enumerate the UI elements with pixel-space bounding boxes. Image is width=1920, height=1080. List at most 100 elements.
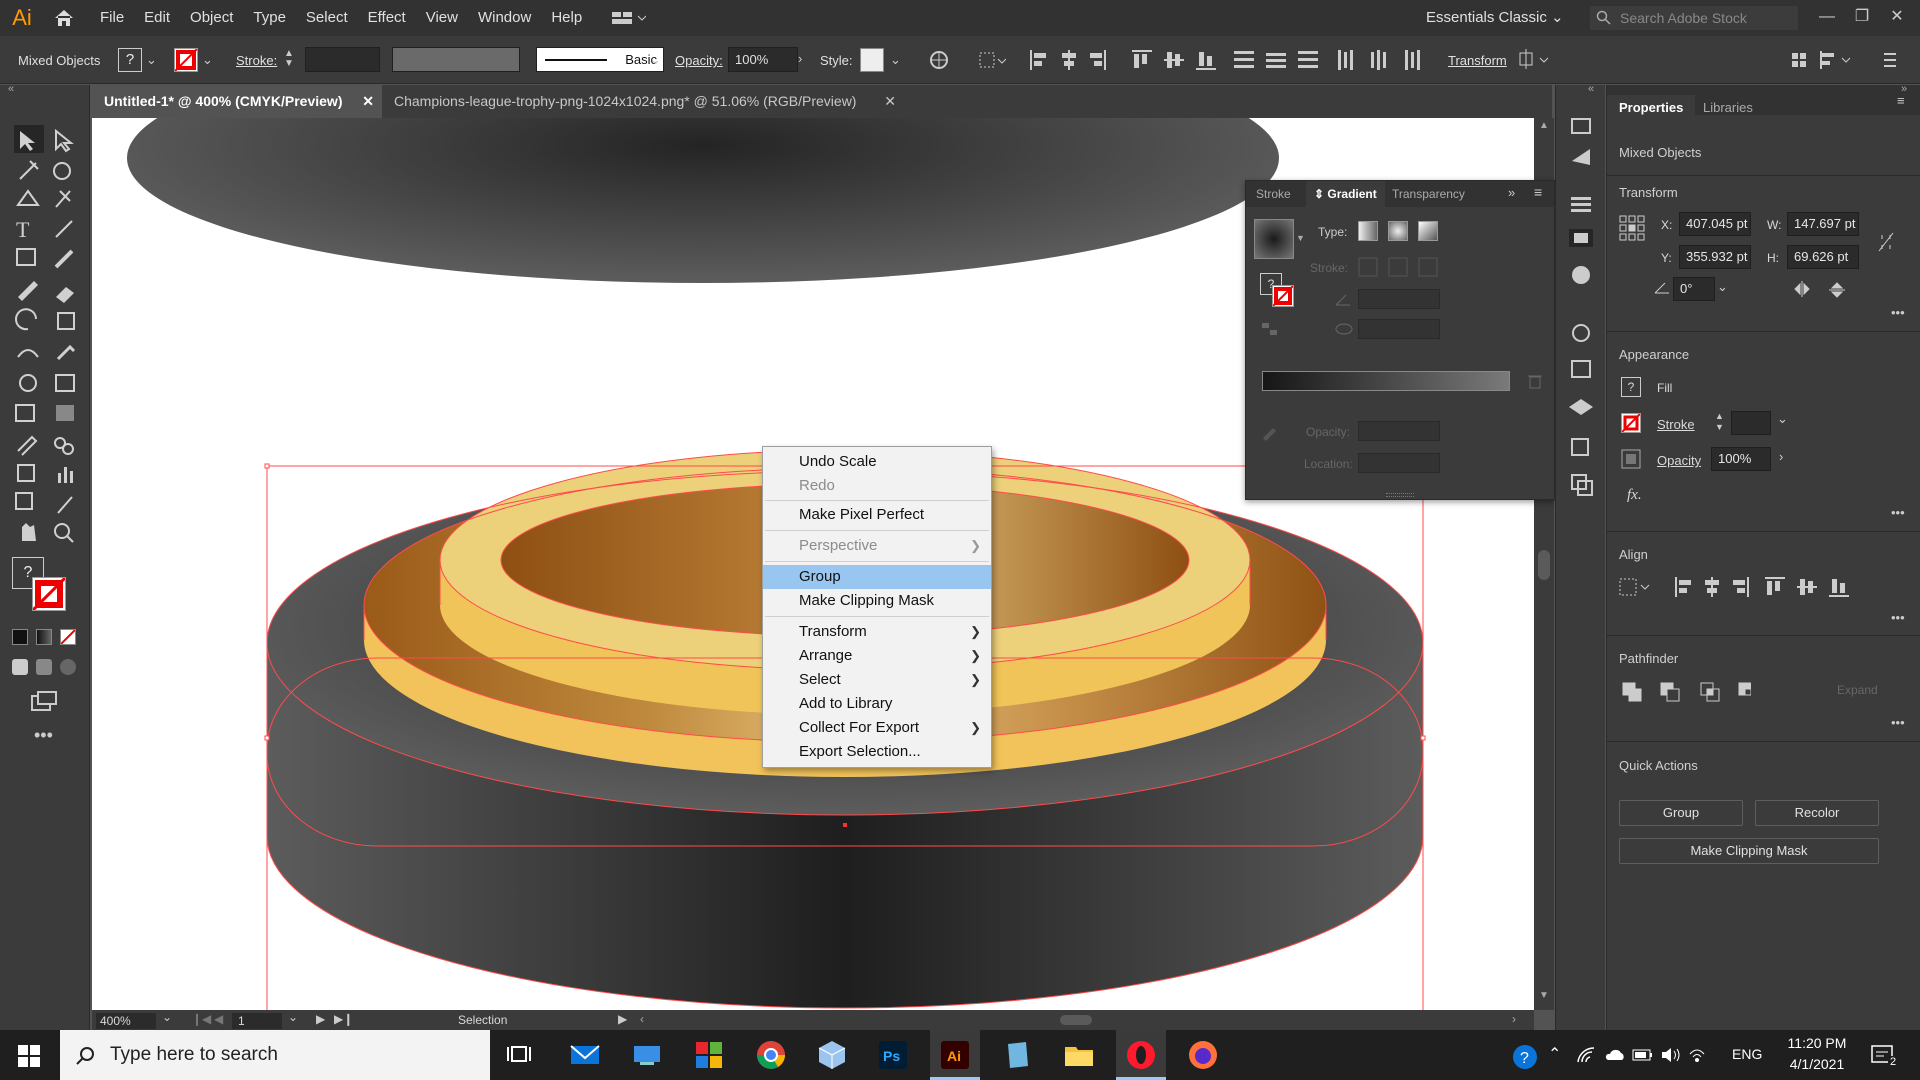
scroll-thumb[interactable] — [1538, 550, 1550, 580]
tab-stroke[interactable]: Stroke — [1256, 187, 1291, 201]
flip-horizontal-icon[interactable] — [1793, 281, 1811, 297]
screen-mode-icon[interactable] — [30, 690, 58, 712]
stroke-label[interactable]: Stroke: — [236, 53, 277, 68]
stroke-weight-stepper[interactable]: ▲ ▼ — [284, 49, 294, 69]
panel-collapse-icon[interactable]: « — [8, 83, 14, 95]
battery-icon[interactable] — [1632, 1048, 1654, 1062]
style-swatch[interactable] — [860, 48, 884, 72]
zoom-field[interactable]: 400% — [96, 1013, 156, 1029]
clock-time[interactable]: 11:20 PM — [1782, 1035, 1852, 1051]
stroke-swatch-large[interactable] — [32, 577, 66, 611]
help-tray-icon[interactable]: ? — [1512, 1044, 1538, 1070]
opacity-field[interactable]: 100% — [1711, 447, 1771, 471]
rotate-field[interactable]: 0° — [1673, 277, 1715, 301]
w-field[interactable]: 147.697 pt — [1787, 212, 1859, 236]
opera-icon[interactable] — [1124, 1038, 1158, 1072]
stroke-weight-field[interactable] — [305, 47, 380, 72]
3d-viewer-icon[interactable] — [815, 1038, 849, 1072]
tab-transparency[interactable]: Transparency — [1392, 187, 1465, 201]
strip-collapse-icon[interactable]: « — [1588, 83, 1594, 95]
color-mode-buttons[interactable] — [12, 629, 78, 645]
color-icon[interactable] — [12, 629, 28, 645]
artboard-nav-first-icon[interactable]: ❙◀ — [192, 1012, 211, 1026]
fill-swatch[interactable]: ? — [118, 48, 142, 72]
status-menu-icon[interactable]: ▶ — [618, 1012, 627, 1026]
home-icon[interactable] — [44, 0, 84, 36]
menu-file[interactable]: File — [90, 0, 134, 36]
align-more-icon[interactable]: ••• — [1891, 610, 1905, 625]
more-tools-icon[interactable]: ••• — [34, 725, 53, 746]
menu-make-pixel-perfect[interactable]: Make Pixel Perfect — [763, 503, 991, 527]
menu-group[interactable]: Group — [763, 565, 991, 589]
wifi-icon[interactable] — [1576, 1046, 1596, 1064]
constrain-proportions-icon[interactable] — [1877, 231, 1895, 253]
panel-icons[interactable] — [1566, 115, 1596, 535]
stroke-dropdown-icon[interactable]: ⌄ — [202, 52, 213, 68]
menu-view[interactable]: View — [416, 0, 468, 36]
mail-icon[interactable] — [568, 1038, 602, 1072]
gradient-slider[interactable] — [1262, 371, 1510, 391]
isolate-icon[interactable] — [1518, 49, 1554, 71]
workspace-switcher[interactable]: Essentials Classic ⌄ — [1426, 8, 1564, 26]
stroke-weight-field[interactable] — [1731, 411, 1771, 435]
stroke-dropdown-icon[interactable]: ⌄ — [1777, 411, 1788, 427]
horizontal-scrollbar[interactable]: ‹ › — [640, 1012, 1520, 1028]
menu-export-selection[interactable]: Export Selection... — [763, 740, 991, 764]
scroll-up-icon[interactable]: ▲ — [1539, 120, 1549, 131]
reverse-gradient-icon[interactable] — [1260, 321, 1280, 337]
align-to-icon[interactable] — [978, 49, 1006, 71]
x-field[interactable]: 407.045 pt — [1679, 212, 1751, 236]
close-tab-icon[interactable]: ✕ — [362, 85, 374, 118]
close-tab-icon[interactable]: ✕ — [884, 85, 896, 118]
gradient-preview-swatch[interactable] — [1254, 219, 1294, 259]
language-indicator[interactable]: ENG — [1732, 1046, 1762, 1062]
y-field[interactable]: 355.932 pt — [1679, 245, 1751, 269]
opacity-arrow-icon[interactable]: › — [1779, 449, 1783, 464]
menu-help[interactable]: Help — [541, 0, 592, 36]
menu-add-to-library[interactable]: Add to Library — [763, 692, 991, 716]
align-buttons[interactable] — [1619, 575, 1849, 599]
variable-width-profile[interactable] — [392, 47, 520, 72]
transform-link[interactable]: Transform — [1448, 53, 1507, 68]
file-explorer-icon[interactable] — [1062, 1038, 1096, 1072]
scroll-down-icon[interactable]: ▼ — [1539, 990, 1549, 1001]
recolor-artwork-icon[interactable] — [928, 49, 950, 71]
opacity-label[interactable]: Opacity — [1657, 453, 1701, 468]
opacity-label[interactable]: Opacity: — [675, 53, 723, 68]
menu-make-clipping-mask[interactable]: Make Clipping Mask — [763, 589, 991, 613]
appearance-stroke-swatch[interactable] — [1621, 413, 1641, 433]
appearance-more-icon[interactable]: ••• — [1891, 505, 1905, 520]
props-menu-icon[interactable]: ≡ — [1897, 93, 1905, 108]
menu-transform[interactable]: Transform ❯ — [763, 620, 991, 644]
fill-stroke-widget[interactable]: ? — [10, 555, 80, 615]
transform-more-icon[interactable]: ••• — [1891, 305, 1905, 320]
artboard-nav-last-icon[interactable]: ▶❙ — [334, 1012, 353, 1026]
appearance-fill-swatch[interactable]: ? — [1621, 377, 1641, 397]
close-window-button[interactable]: ✕ — [1880, 0, 1914, 36]
tab-properties[interactable]: Properties — [1607, 95, 1696, 121]
flip-vertical-icon[interactable] — [1829, 281, 1845, 299]
taskbar-search-box[interactable]: Type here to search — [60, 1030, 490, 1080]
tray-overflow-icon[interactable]: ⌃ — [1548, 1044, 1561, 1064]
menu-arrange[interactable]: Arrange ❯ — [763, 644, 991, 668]
onedrive-icon[interactable] — [1604, 1048, 1626, 1062]
panel-menu-icon[interactable]: ≡ — [1534, 184, 1542, 200]
artboard-nav-next-icon[interactable]: ▶ — [316, 1012, 325, 1026]
stroke-stepper[interactable]: ▲ ▼ — [1715, 411, 1724, 433]
reference-point-icon[interactable] — [1619, 215, 1645, 241]
illustrator-icon[interactable]: Ai — [938, 1038, 972, 1072]
panel-resize-grip[interactable] — [1386, 493, 1414, 497]
restore-button[interactable]: ❐ — [1845, 0, 1879, 36]
fill-stroke-toggle[interactable]: ? — [1260, 273, 1294, 307]
linear-gradient-button[interactable] — [1358, 221, 1378, 241]
panel-expand-icon[interactable]: » — [1508, 185, 1515, 200]
menu-object[interactable]: Object — [180, 0, 243, 36]
pathfinder-buttons[interactable] — [1621, 681, 1751, 703]
gradient-icon[interactable] — [36, 629, 52, 645]
radial-gradient-button[interactable] — [1388, 221, 1408, 241]
recolor-button[interactable]: Recolor — [1755, 800, 1879, 826]
tab-gradient[interactable]: ⇕ Gradient — [1306, 181, 1385, 207]
group-button[interactable]: Group — [1619, 800, 1743, 826]
clock-date[interactable]: 4/1/2021 — [1782, 1056, 1852, 1072]
task-view-icon[interactable] — [502, 1038, 536, 1072]
